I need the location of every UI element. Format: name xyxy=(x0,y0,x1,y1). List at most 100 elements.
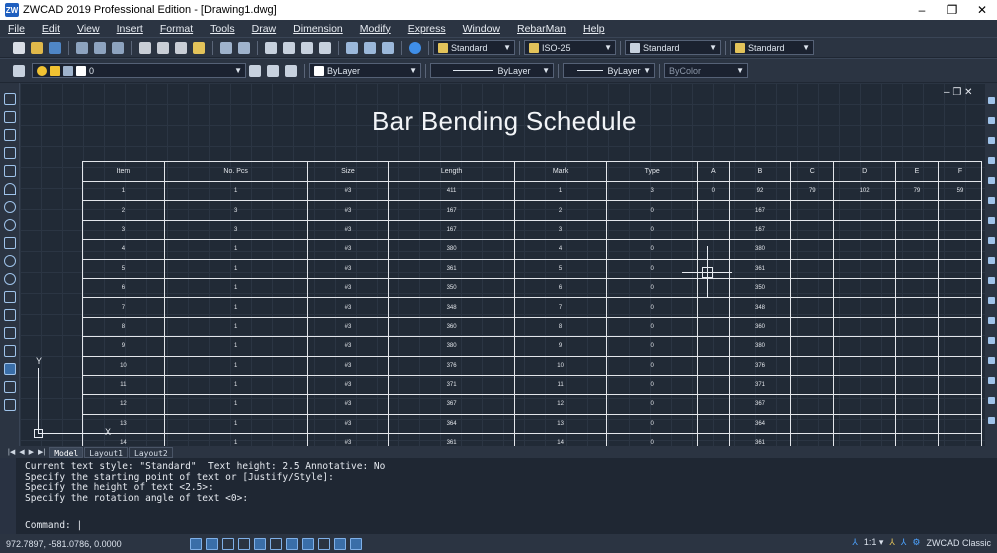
extend-icon[interactable] xyxy=(988,297,995,304)
circle-icon[interactable] xyxy=(4,201,16,213)
table-cell[interactable]: 79 xyxy=(894,180,939,202)
osnap-toggle-icon[interactable] xyxy=(254,537,266,550)
table-cell[interactable] xyxy=(833,336,896,357)
table-cell[interactable]: #3 xyxy=(306,374,390,396)
menu-rebarman[interactable]: RebarMan xyxy=(517,23,566,35)
table-row[interactable]: 6 1 #3 350 6 0 350 xyxy=(82,277,983,299)
table-cell[interactable]: 380 xyxy=(728,239,792,260)
edit-polyline-icon[interactable] xyxy=(988,417,995,424)
table-cell[interactable] xyxy=(937,336,983,357)
table-row[interactable]: 13 1 #3 364 13 0 364 xyxy=(82,413,983,435)
table-cell[interactable]: 59 xyxy=(937,180,983,202)
zoom-window-icon[interactable] xyxy=(301,41,313,54)
paste-icon[interactable] xyxy=(175,41,187,54)
table-cell[interactable]: 367 xyxy=(728,394,792,415)
table-cell[interactable] xyxy=(937,413,983,435)
table-cell[interactable]: 10 xyxy=(513,355,608,376)
annotation-monitor-toggle-icon[interactable] xyxy=(350,537,362,550)
match-properties-icon[interactable] xyxy=(193,41,205,54)
ellipse-arc-icon[interactable] xyxy=(4,273,16,285)
table-cell[interactable]: 3 xyxy=(163,219,308,241)
properties-icon[interactable] xyxy=(346,41,358,54)
bar-bending-schedule-table[interactable]: Item No. Pcs Size Length Mark Type A B C D E F 1 1 #3… xyxy=(82,161,983,446)
fillet-icon[interactable] xyxy=(988,357,995,364)
table-cell[interactable] xyxy=(833,277,896,299)
table-cell[interactable]: 92 xyxy=(728,180,792,202)
table-cell[interactable]: 13 xyxy=(513,413,608,435)
table-cell[interactable]: 3 xyxy=(163,200,308,221)
table-cell[interactable]: 3 xyxy=(82,219,165,241)
array-icon[interactable] xyxy=(988,177,995,184)
table-cell[interactable]: 12 xyxy=(513,394,608,415)
table-cell[interactable]: 11 xyxy=(513,374,608,396)
layer-previous-icon[interactable] xyxy=(267,64,279,77)
table-row[interactable]: 9 1 #3 380 9 0 380 xyxy=(82,336,983,357)
table-cell[interactable]: #3 xyxy=(306,258,390,279)
last-tab-button[interactable]: ▶| xyxy=(38,448,45,456)
table-cell[interactable]: #3 xyxy=(306,200,390,221)
table-cell[interactable]: 3 xyxy=(606,180,698,202)
table-cell[interactable]: 360 xyxy=(728,316,792,338)
table-cell[interactable] xyxy=(894,219,939,241)
table-cell[interactable]: 14 xyxy=(82,433,165,446)
table-cell[interactable]: 1 xyxy=(513,180,608,202)
table-cell[interactable] xyxy=(833,374,896,396)
table-cell[interactable] xyxy=(833,219,896,241)
tab-model[interactable]: Model xyxy=(49,446,84,458)
table-row[interactable]: 8 1 #3 360 8 0 360 xyxy=(82,316,983,338)
table-cell[interactable]: #3 xyxy=(306,336,390,357)
table-cell[interactable] xyxy=(790,200,835,221)
plot-style-select[interactable]: ByColor ▼ xyxy=(664,63,748,78)
drawing-canvas[interactable]: Bar Bending Schedule – ❐ ✕ Item No. Pcs Si… xyxy=(20,83,985,446)
table-cell[interactable] xyxy=(937,355,983,376)
table-cell[interactable]: #3 xyxy=(306,297,390,318)
table-cell[interactable]: 4 xyxy=(513,239,608,260)
new-file-icon[interactable] xyxy=(13,41,25,54)
table-cell[interactable]: 361 xyxy=(728,258,792,279)
ortho-toggle-icon[interactable] xyxy=(222,537,234,550)
polar-toggle-icon[interactable] xyxy=(238,537,250,550)
table-cell[interactable]: 5 xyxy=(513,258,608,279)
table-cell[interactable]: 0 xyxy=(606,433,698,446)
polyline-icon[interactable] xyxy=(4,129,16,141)
annotation-scale-value[interactable]: 1:1 ▾ xyxy=(864,537,884,548)
hatch-icon[interactable] xyxy=(4,345,16,357)
command-input[interactable]: Command: | xyxy=(25,520,82,531)
table-cell[interactable] xyxy=(790,219,835,241)
table-cell[interactable] xyxy=(833,433,896,446)
annotation-visibility-icon[interactable]: ⅄ xyxy=(889,537,895,548)
multiline-text-icon[interactable] xyxy=(4,399,16,411)
menu-file[interactable]: File xyxy=(8,23,25,35)
table-cell[interactable]: 1 xyxy=(163,355,308,376)
table-cell[interactable] xyxy=(937,297,983,318)
table-cell[interactable]: 350 xyxy=(388,277,515,299)
table-cell[interactable]: 0 xyxy=(606,374,698,396)
table-cell[interactable]: 380 xyxy=(388,336,515,357)
table-cell[interactable] xyxy=(790,433,835,446)
print-icon[interactable] xyxy=(76,41,88,54)
table-cell[interactable] xyxy=(696,355,730,376)
table-cell[interactable] xyxy=(790,258,835,279)
lineweight-toggle-icon[interactable] xyxy=(302,537,314,550)
pan-icon[interactable] xyxy=(265,41,277,54)
menu-dimension[interactable]: Dimension xyxy=(293,23,343,35)
minimize-button[interactable]: – xyxy=(907,0,937,20)
table-row[interactable]: 3 3 #3 167 3 0 167 xyxy=(82,219,983,241)
table-cell[interactable]: #3 xyxy=(306,239,390,260)
table-cell[interactable]: 361 xyxy=(388,433,515,446)
table-cell[interactable]: #3 xyxy=(306,394,390,415)
make-block-icon[interactable] xyxy=(4,309,16,321)
table-cell[interactable]: #3 xyxy=(306,316,390,338)
table-cell[interactable] xyxy=(696,316,730,338)
table-cell[interactable]: 361 xyxy=(388,258,515,279)
table-cell[interactable] xyxy=(937,239,983,260)
table-cell[interactable]: 1 xyxy=(163,413,308,435)
design-center-icon[interactable] xyxy=(364,41,376,54)
menu-express[interactable]: Express xyxy=(408,23,446,35)
table-cell[interactable] xyxy=(696,336,730,357)
snap-toggle-icon[interactable] xyxy=(190,537,202,550)
table-cell[interactable]: 9 xyxy=(513,336,608,357)
close-button[interactable]: ✕ xyxy=(967,0,997,20)
table-cell[interactable] xyxy=(894,355,939,376)
table-cell[interactable]: 0 xyxy=(606,297,698,318)
